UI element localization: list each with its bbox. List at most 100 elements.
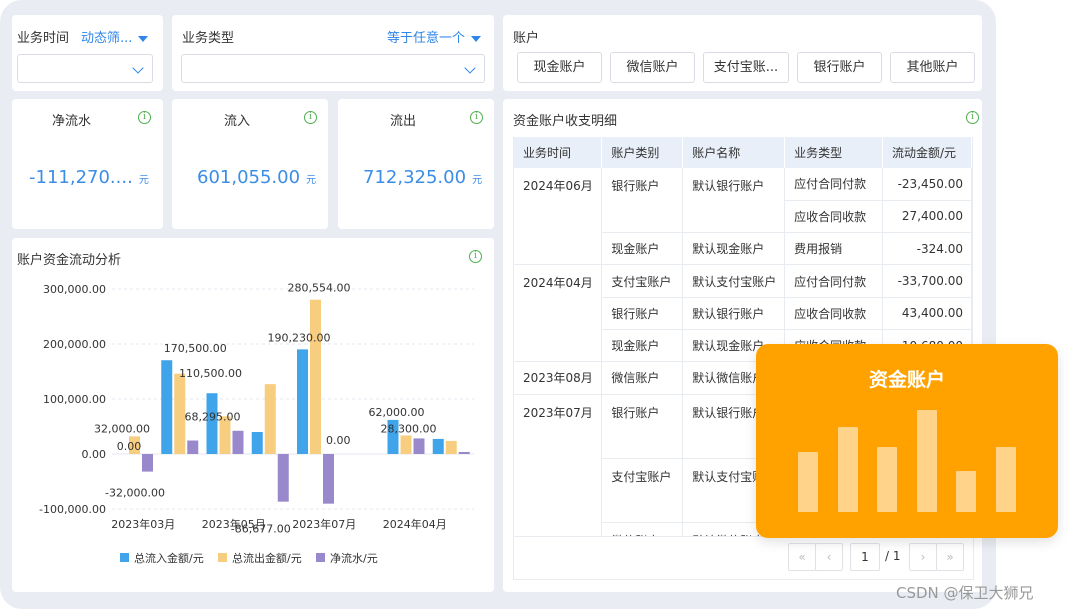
chart-bar: [432, 438, 444, 454]
table-cell: 支付宝账户: [601, 264, 684, 298]
kpi-outflow-number: 712,325.00: [363, 167, 467, 188]
chart-bar: [187, 440, 199, 454]
account-button-cash[interactable]: 现金账户: [517, 52, 602, 83]
table-cell: 银行账户: [601, 297, 684, 330]
data-label: 32,000.00: [94, 422, 150, 435]
table-cell: 银行账户: [601, 168, 684, 234]
kpi-inflow-value: 601,055.00 元: [197, 167, 316, 188]
column-header[interactable]: 账户类别: [601, 137, 684, 168]
chart-bar: [142, 454, 153, 472]
table-cell: 应收合同收款: [784, 297, 883, 330]
account-button-wechat[interactable]: 微信账户: [610, 52, 695, 83]
account-button-alipay[interactable]: 支付宝账...: [703, 52, 789, 83]
table-cell: 现金账户: [601, 232, 684, 266]
x-tick-label: 2023年03月: [111, 517, 175, 531]
pager-last-button[interactable]: »: [936, 543, 964, 571]
column-header[interactable]: 业务类型: [784, 137, 883, 168]
filter-biz-type-mode-text: 等于任意一个: [387, 31, 466, 46]
info-icon[interactable]: i: [470, 111, 483, 124]
table-cell: 应收合同收款: [784, 200, 883, 234]
table-cell: 默认银行账户: [682, 297, 786, 330]
pager-next-button[interactable]: ›: [909, 543, 937, 571]
watermark: CSDN @保卫大狮兄: [896, 584, 1034, 602]
filter-biz-time-label: 业务时间: [17, 31, 70, 46]
data-label: 0.00: [326, 434, 351, 447]
column-header[interactable]: 账户名称: [682, 137, 786, 168]
x-tick-label: 2024年04月: [383, 517, 447, 531]
promo-bar: [837, 427, 858, 512]
table-cell: -33,700.00: [882, 264, 972, 298]
caret-down-icon: [138, 35, 149, 42]
pager-prev-button[interactable]: ‹: [815, 543, 843, 571]
table-cell: 微信账户: [601, 361, 684, 395]
chart-bar: [251, 432, 263, 454]
column-header[interactable]: 业务时间: [514, 137, 603, 168]
kpi-card-outflow: 流出 i 712,325.00 元: [338, 99, 494, 229]
kpi-inflow-number: 601,055.00: [197, 167, 301, 188]
table-cell: 2023年07月: [514, 394, 603, 555]
filter-biz-type-card: 业务类型 等于任意一个: [172, 15, 494, 91]
pager-first-button[interactable]: «: [788, 543, 816, 571]
table-cell: -324.00: [882, 232, 972, 266]
detail-title: 资金账户收支明细: [513, 114, 618, 129]
kpi-inflow-title: 流入: [224, 114, 251, 129]
chart-bar: [323, 454, 334, 504]
promo-bar-icon: [756, 344, 1058, 538]
fund-account-promo-card: 资金账户: [756, 344, 1058, 538]
table-scroll-mask: [513, 536, 974, 580]
pager-total: / 1: [885, 549, 901, 563]
y-tick-label: -100,000.00: [39, 503, 106, 516]
promo-bar: [956, 471, 976, 512]
table-cell: 银行账户: [601, 394, 684, 459]
data-label: 170,500.00: [164, 342, 227, 355]
filter-account-label: 账户: [513, 31, 540, 46]
column-header[interactable]: 流动金额/元: [882, 137, 972, 168]
promo-bar: [798, 451, 818, 512]
promo-bar: [995, 447, 1016, 512]
data-label: 190,230.00: [268, 331, 331, 344]
filter-biz-time-card: 业务时间 动态筛...: [12, 15, 163, 91]
filter-biz-type-select[interactable]: [181, 54, 485, 83]
chart-bar: [400, 435, 412, 454]
legend-label: 总流入金额/元: [134, 551, 204, 565]
info-icon[interactable]: i: [966, 111, 979, 124]
table-cell: 43,400.00: [882, 297, 972, 330]
account-button-other[interactable]: 其他账户: [890, 52, 975, 83]
legend-label: 总流出金额/元: [232, 551, 302, 565]
chart-bar: [264, 384, 276, 454]
table-cell: 默认现金账户: [682, 232, 786, 266]
chart-bar: [458, 452, 470, 454]
chart-bar: [232, 430, 244, 454]
x-tick-label: 2023年05月: [202, 517, 266, 531]
y-tick-label: 0.00: [82, 448, 107, 461]
kpi-inflow-unit: 元: [306, 175, 317, 186]
info-icon[interactable]: i: [138, 111, 151, 124]
info-icon[interactable]: i: [304, 111, 317, 124]
table-cell: 默认支付宝账户: [682, 264, 786, 298]
chevron-down-icon: [132, 62, 144, 74]
chart-bar: [310, 299, 321, 454]
filter-biz-time-select[interactable]: [17, 54, 153, 83]
filter-biz-type-label: 业务类型: [182, 31, 235, 46]
table-cell: 支付宝账户: [601, 458, 684, 523]
chart-bar: [445, 440, 457, 454]
legend-swatch: [316, 553, 325, 562]
kpi-outflow-value: 712,325.00 元: [363, 167, 482, 188]
y-tick-label: 300,000.00: [43, 283, 106, 296]
chart-bar: [277, 454, 289, 502]
data-label: -32,000.00: [105, 487, 165, 500]
kpi-card-inflow: 流入 i 601,055.00 元: [172, 99, 328, 229]
chart-bar: [413, 438, 425, 454]
table-cell: 默认银行账户: [682, 168, 786, 234]
filter-biz-time-mode[interactable]: 动态筛...: [81, 27, 149, 46]
table-cell: 2023年08月: [514, 361, 603, 395]
table-row[interactable]: 2024年06月 银行账户 默认银行账户 应付合同付款 -23,450.00: [514, 168, 972, 266]
account-button-bank[interactable]: 银行账户: [797, 52, 882, 83]
filter-biz-type-mode[interactable]: 等于任意一个: [387, 27, 482, 46]
pager-page-input[interactable]: 1: [850, 543, 880, 571]
kpi-outflow-title: 流出: [390, 114, 417, 129]
table-row[interactable]: 2024年04月 支付宝账户 默认支付宝账户 应付合同付款 -33,700.00: [514, 264, 972, 363]
table-cell: 现金账户: [601, 329, 684, 363]
kpi-outflow-unit: 元: [472, 175, 483, 186]
data-label: 110,500.00: [179, 367, 242, 380]
